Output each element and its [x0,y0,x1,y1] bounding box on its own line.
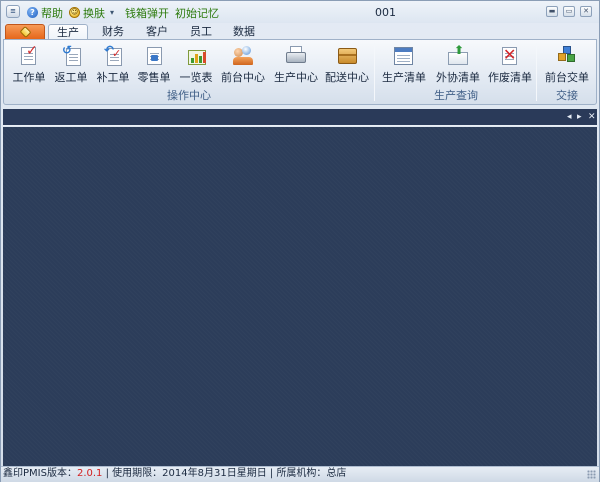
supplement-order-button[interactable]: ↶ ✓ 补工单 [94,42,132,86]
help-button[interactable]: ? 帮助 [27,5,63,20]
ribbon-group-operations: ✓ 工作单 ↺ 返工单 ↶ ✓ 补工单 零售单 一览表 前台中心 生产中心 配送… [4,40,374,104]
work-order-button[interactable]: ✓ 工作单 [10,42,48,86]
production-list-button[interactable]: 生产清单 [378,42,430,86]
document-tab-strip: ◂ ▸ ✕ [3,109,597,126]
production-center-label: 生产中心 [274,71,318,84]
retail-order-icon [145,44,165,66]
skin-icon: ☺ [69,7,80,18]
overview-label: 一览表 [179,71,213,84]
org-value: 总店 [326,468,347,479]
skin-button[interactable]: ☺ 换肤 ▾ [69,5,114,20]
tab-finance[interactable]: 财务 [94,24,132,40]
front-desk-center-label: 前台中心 [221,71,265,84]
overview-button[interactable]: 一览表 [177,42,215,86]
production-center-button[interactable]: 生产中心 [271,42,321,86]
front-desk-center-button[interactable]: 前台中心 [218,42,268,86]
rework-order-label: 返工单 [54,71,88,84]
tab-customers[interactable]: 客户 [138,24,176,40]
minimize-button[interactable]: ▬ [546,6,558,17]
workspace-area [3,127,597,466]
outsource-envelope-icon: ⬆ [448,44,468,66]
org-label: 所属机构： [276,468,327,479]
tab-staff[interactable]: 员工 [182,24,220,40]
work-order-icon: ✓ [20,44,40,66]
skin-dropdown-icon[interactable]: ▾ [110,8,114,17]
rework-order-button[interactable]: ↺ 返工单 [52,42,90,86]
supplement-order-label: 补工单 [96,71,130,84]
printer-icon [286,44,306,66]
scroll-right-icon[interactable]: ▸ [577,111,582,123]
ribbon-group-label-operations: 操作中心 [167,89,211,102]
skin-label: 换肤 [83,6,105,20]
ribbon-group-divider [536,43,537,101]
close-document-icon[interactable]: ✕ [588,111,596,123]
app-logo-icon[interactable]: ≡ [6,5,20,18]
status-bar: 鑫印PMIS版本：2.0.1 | 使用期限：2014年8月31日星期日 | 所属… [1,466,599,482]
supplement-order-icon: ↶ ✓ [104,44,124,66]
ribbon-group-production-query: 生产清单 ⬆ 外协清单 ✕ 作废清单 生产查询 [376,40,536,104]
close-button[interactable]: ✕ [580,6,592,17]
title-bar: ≡ ? 帮助 ☺ 换肤 ▾ 钱箱弹开 初始记忆 001 ▬ ▭ ✕ [1,1,599,23]
main-window: ≡ ? 帮助 ☺ 换肤 ▾ 钱箱弹开 初始记忆 001 ▬ ▭ ✕ 生产 财务 … [0,0,600,482]
outsource-list-button[interactable]: ⬆ 外协清单 [432,42,484,86]
ribbon-group-label-production-query: 生产查询 [434,89,478,102]
ribbon-tab-row: 生产 财务 客户 员工 数据 [1,23,599,40]
expiry-label: 使用期限： [112,468,163,479]
help-label: 帮助 [41,6,63,20]
status-separator: | [102,468,113,479]
ribbon-group-divider [374,43,375,101]
window-title: 001 [375,6,396,19]
resize-grip[interactable] [587,470,596,479]
help-icon: ? [27,7,38,18]
scroll-left-icon[interactable]: ◂ [567,111,572,123]
ribbon-panel: ✓ 工作单 ↺ 返工单 ↶ ✓ 补工单 零售单 一览表 前台中心 生产中心 配送… [3,39,597,105]
version-value: 2.0.1 [76,468,103,479]
application-menu-button[interactable] [5,24,45,40]
cash-drawer-label: 钱箱弹开 [125,6,169,20]
status-separator: | [266,468,277,479]
front-desk-handover-label: 前台交单 [545,71,589,84]
void-list-icon: ✕ [502,45,517,65]
maximize-button[interactable]: ▭ [563,6,575,17]
tab-data[interactable]: 数据 [225,24,263,40]
front-desk-handover-button[interactable]: 前台交单 [540,42,594,86]
package-icon [337,44,357,66]
production-list-label: 生产清单 [382,71,426,84]
delivery-center-label: 配送中心 [325,71,369,84]
delivery-center-button[interactable]: 配送中心 [322,42,372,86]
retail-order-label: 零售单 [137,71,171,84]
work-order-label: 工作单 [12,71,46,84]
init-memory-label: 初始记忆 [175,6,219,20]
ribbon-group-label-handover: 交接 [556,89,578,102]
calendar-list-icon [394,44,414,66]
retail-order-button[interactable]: 零售单 [135,42,173,86]
rework-order-icon: ↺ [62,44,82,66]
overview-chart-icon [187,44,207,66]
outsource-list-label: 外协清单 [436,71,480,84]
version-label: 鑫印PMIS版本： [3,468,77,479]
app-menu-icon [19,25,32,39]
front-desk-center-icon [233,44,253,66]
void-list-label: 作废清单 [488,71,532,84]
void-list-button[interactable]: ✕ 作废清单 [484,42,536,86]
cash-drawer-button[interactable]: 钱箱弹开 [125,5,169,20]
handover-cubes-icon [557,44,577,66]
tab-production[interactable]: 生产 [48,24,88,40]
init-memory-button[interactable]: 初始记忆 [175,5,219,20]
ribbon-group-handover: 前台交单 交接 [538,40,596,104]
expiry-value: 2014年8月31日星期日 [162,468,267,479]
